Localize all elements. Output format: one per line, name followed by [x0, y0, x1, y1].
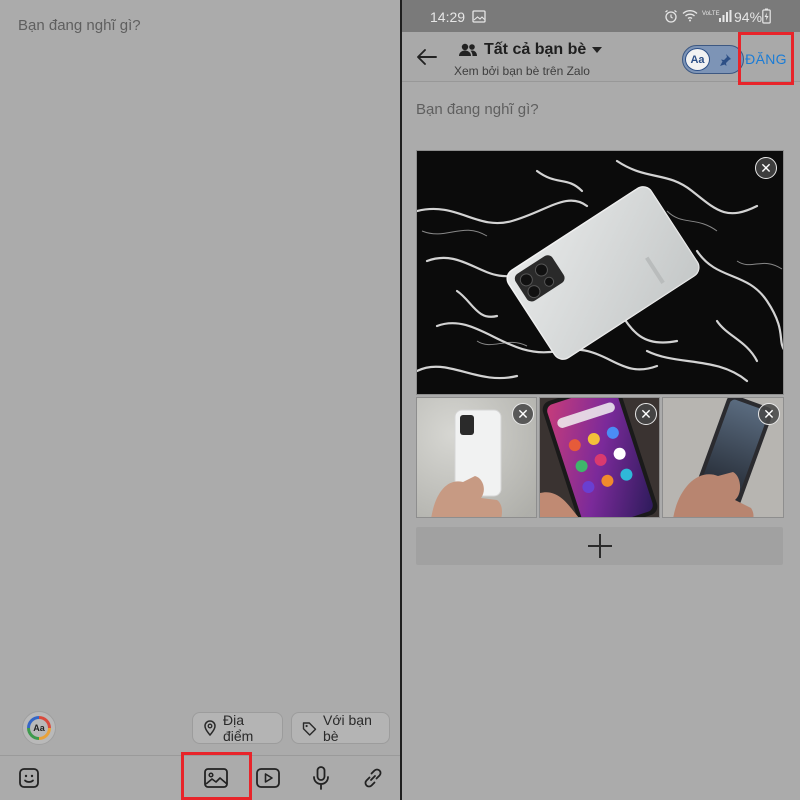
- microphone-button[interactable]: [306, 763, 336, 793]
- with-friends-chip-label: Với bạn bè: [323, 712, 372, 744]
- audience-selector[interactable]: Tất cả bạn bè: [458, 41, 603, 59]
- photo-phone-home-screen[interactable]: ✕: [539, 397, 660, 518]
- alarm-icon: [665, 10, 677, 23]
- pin-icon: [720, 54, 731, 66]
- location-pin-icon: [204, 720, 216, 736]
- location-chip-label: Địa điểm: [223, 712, 254, 744]
- sticker-icon: [19, 768, 39, 788]
- close-icon: ✕: [517, 406, 529, 422]
- sticker-button[interactable]: [14, 763, 44, 793]
- plus-icon: [587, 534, 612, 558]
- status-time: 14:29: [430, 9, 466, 25]
- video-button[interactable]: [253, 763, 283, 793]
- photo-phone-side[interactable]: ✕: [662, 397, 784, 518]
- text-style-button[interactable]: Aa: [22, 711, 56, 745]
- with-friends-chip[interactable]: Với bạn bè: [291, 712, 390, 744]
- friends-group-icon: [459, 43, 477, 56]
- add-photo-button[interactable]: [416, 527, 783, 565]
- back-arrow-icon[interactable]: [416, 48, 438, 66]
- compose-input[interactable]: Bạn đang nghĩ gì?: [18, 17, 141, 34]
- compose-input[interactable]: Bạn đang nghĩ gì?: [416, 101, 539, 118]
- remove-photo-button[interactable]: ✕: [512, 403, 534, 425]
- link-button[interactable]: [358, 763, 388, 793]
- gallery-notification-icon: [472, 10, 486, 23]
- audience-title: Tất cả bạn bè: [484, 41, 587, 58]
- close-icon: ✕: [640, 406, 652, 422]
- text-style-label: Aa: [30, 719, 48, 737]
- close-icon: ✕: [760, 160, 772, 176]
- image-button-highlight: [181, 752, 252, 800]
- remove-photo-button[interactable]: ✕: [758, 403, 780, 425]
- wifi-icon: [682, 9, 698, 22]
- battery-percent: 94%: [734, 9, 763, 25]
- microphone-icon: [313, 766, 329, 790]
- text-format-toggle[interactable]: Aa: [682, 45, 744, 74]
- battery-charging-icon: [762, 8, 771, 24]
- compose-panel-right: 14:29 VoLTE 94% Tất cả bạn bè Xem bởi bạ…: [402, 0, 800, 800]
- photo-main[interactable]: ✕: [416, 150, 784, 395]
- audience-subtitle: Xem bởi bạn bè trên Zalo: [454, 64, 590, 78]
- video-icon: [256, 768, 280, 788]
- tag-icon: [302, 721, 317, 736]
- post-button-highlight: [738, 32, 794, 85]
- link-icon: [364, 768, 382, 788]
- color-wheel-icon: Aa: [27, 716, 51, 740]
- photo-hand-white-phone[interactable]: ✕: [416, 397, 537, 518]
- close-icon: ✕: [763, 406, 775, 422]
- remove-photo-button[interactable]: ✕: [635, 403, 657, 425]
- status-bar: 14:29 VoLTE 94%: [402, 0, 800, 32]
- compose-panel-left: Bạn đang nghĩ gì? Aa Địa điểm Với bạn bè: [0, 0, 400, 800]
- remove-photo-button[interactable]: ✕: [755, 157, 777, 179]
- location-chip[interactable]: Địa điểm: [192, 712, 283, 744]
- caret-down-icon: [592, 47, 603, 53]
- toggle-knob-label: Aa: [685, 48, 710, 71]
- signal-icon: VoLTE: [702, 10, 732, 22]
- svg-text:VoLTE: VoLTE: [702, 11, 720, 17]
- marble-phone-image: [417, 151, 783, 394]
